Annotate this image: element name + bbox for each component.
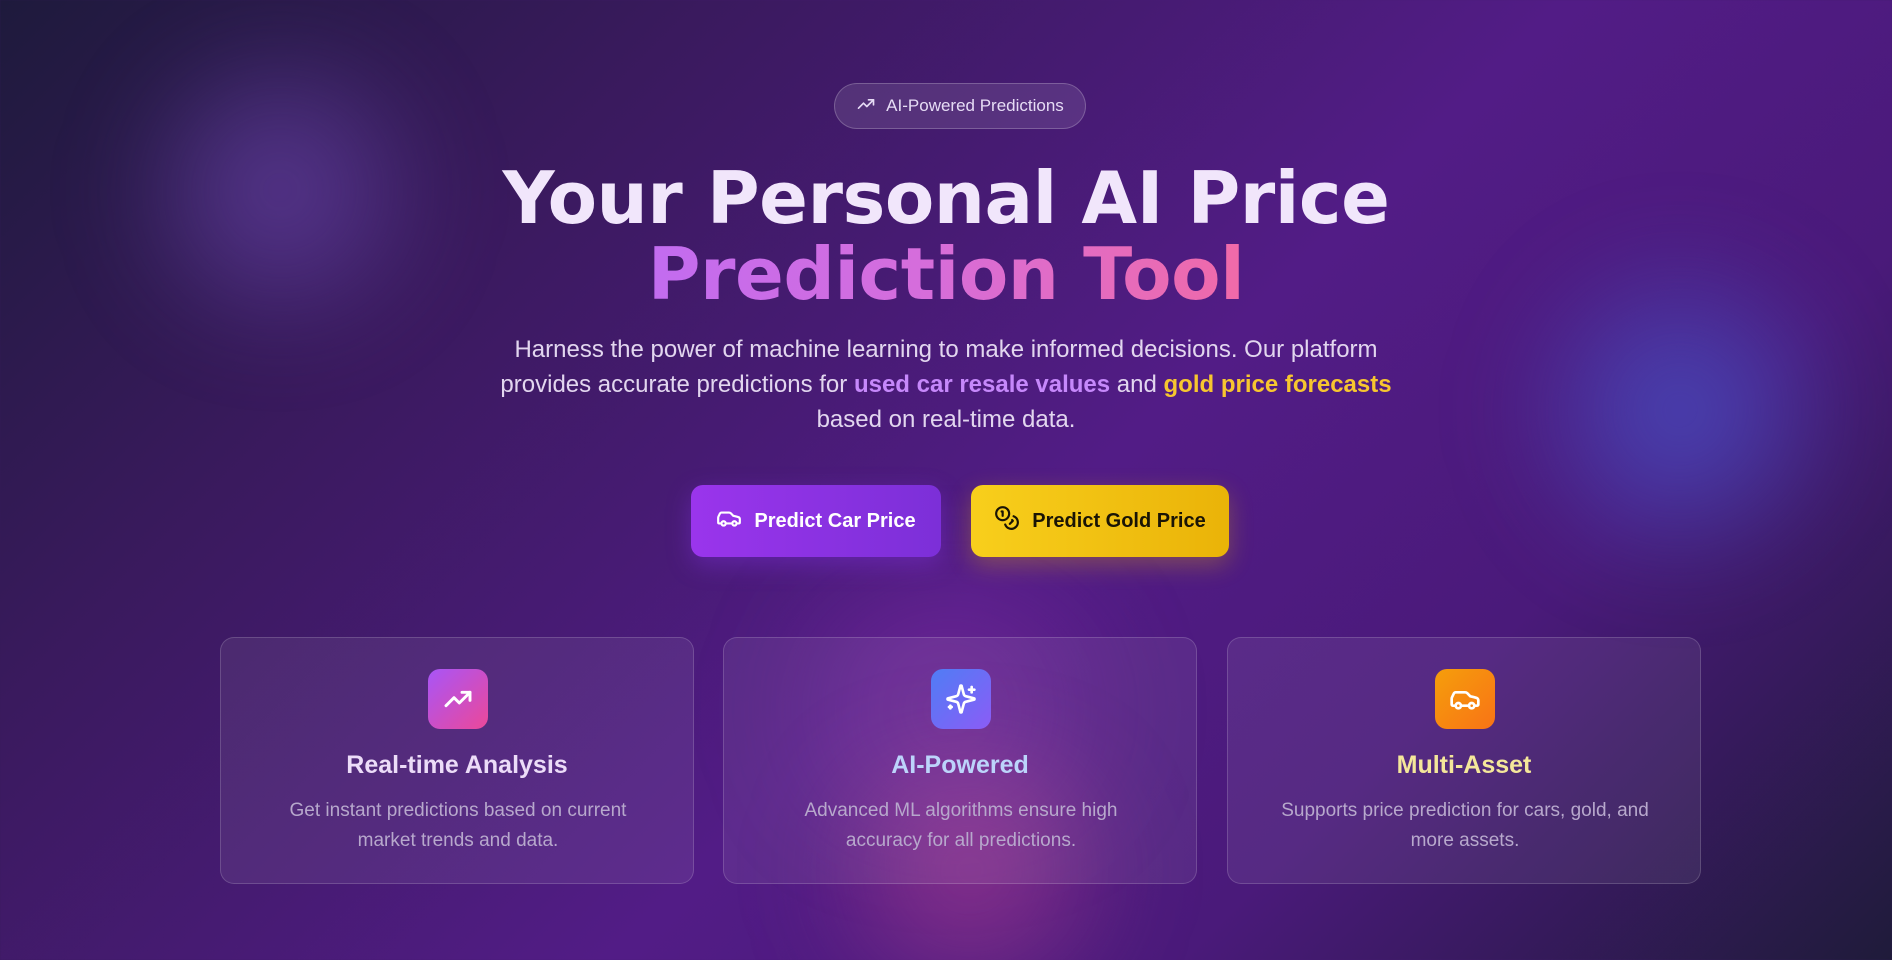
coins-icon bbox=[994, 505, 1020, 537]
desc-highlight-car: used car resale values bbox=[853, 371, 1111, 398]
desc-text-3: based on real-time data. bbox=[816, 406, 1076, 433]
badge-label: AI-Powered Predictions bbox=[886, 96, 1064, 115]
predict-car-price-button[interactable]: Predict Car Price bbox=[691, 485, 941, 557]
ai-powered-badge: AI-Powered Predictions bbox=[834, 83, 1086, 129]
feature-card-ai-powered: AI-Powered Advanced ML algorithms ensure… bbox=[723, 637, 1197, 884]
car-icon bbox=[716, 505, 742, 537]
predict-gold-price-button[interactable]: Predict Gold Price bbox=[971, 485, 1229, 557]
hero-title-line1: Your Personal AI Price bbox=[502, 156, 1390, 240]
trending-up-icon bbox=[428, 669, 488, 729]
hero-description: Harness the power of machine learning to… bbox=[496, 332, 1396, 437]
car-icon bbox=[1435, 669, 1495, 729]
desc-highlight-gold: gold price forecasts bbox=[1163, 371, 1392, 398]
predict-car-price-label: Predict Car Price bbox=[754, 509, 916, 532]
feature-text: Get instant predictions based on current… bbox=[289, 800, 627, 851]
predict-gold-price-label: Predict Gold Price bbox=[1032, 509, 1206, 532]
feature-card-realtime-analysis: Real-time Analysis Get instant predictio… bbox=[220, 637, 694, 884]
feature-card-multi-asset: Multi-Asset Supports price prediction fo… bbox=[1227, 637, 1701, 884]
feature-title: Real-time Analysis bbox=[346, 751, 568, 779]
trending-up-icon bbox=[856, 94, 876, 119]
feature-title: Multi-Asset bbox=[1396, 751, 1532, 779]
sparkles-icon bbox=[931, 669, 991, 729]
feature-title: AI-Powered bbox=[891, 751, 1029, 779]
desc-text-2: and bbox=[1110, 371, 1164, 398]
hero-title-line2: Prediction Tool bbox=[647, 232, 1245, 316]
feature-text: Supports price prediction for cars, gold… bbox=[1281, 800, 1649, 851]
feature-text: Advanced ML algorithms ensure high accur… bbox=[804, 800, 1118, 851]
hero-title: Your Personal AI Price Prediction Tool bbox=[0, 160, 1892, 312]
